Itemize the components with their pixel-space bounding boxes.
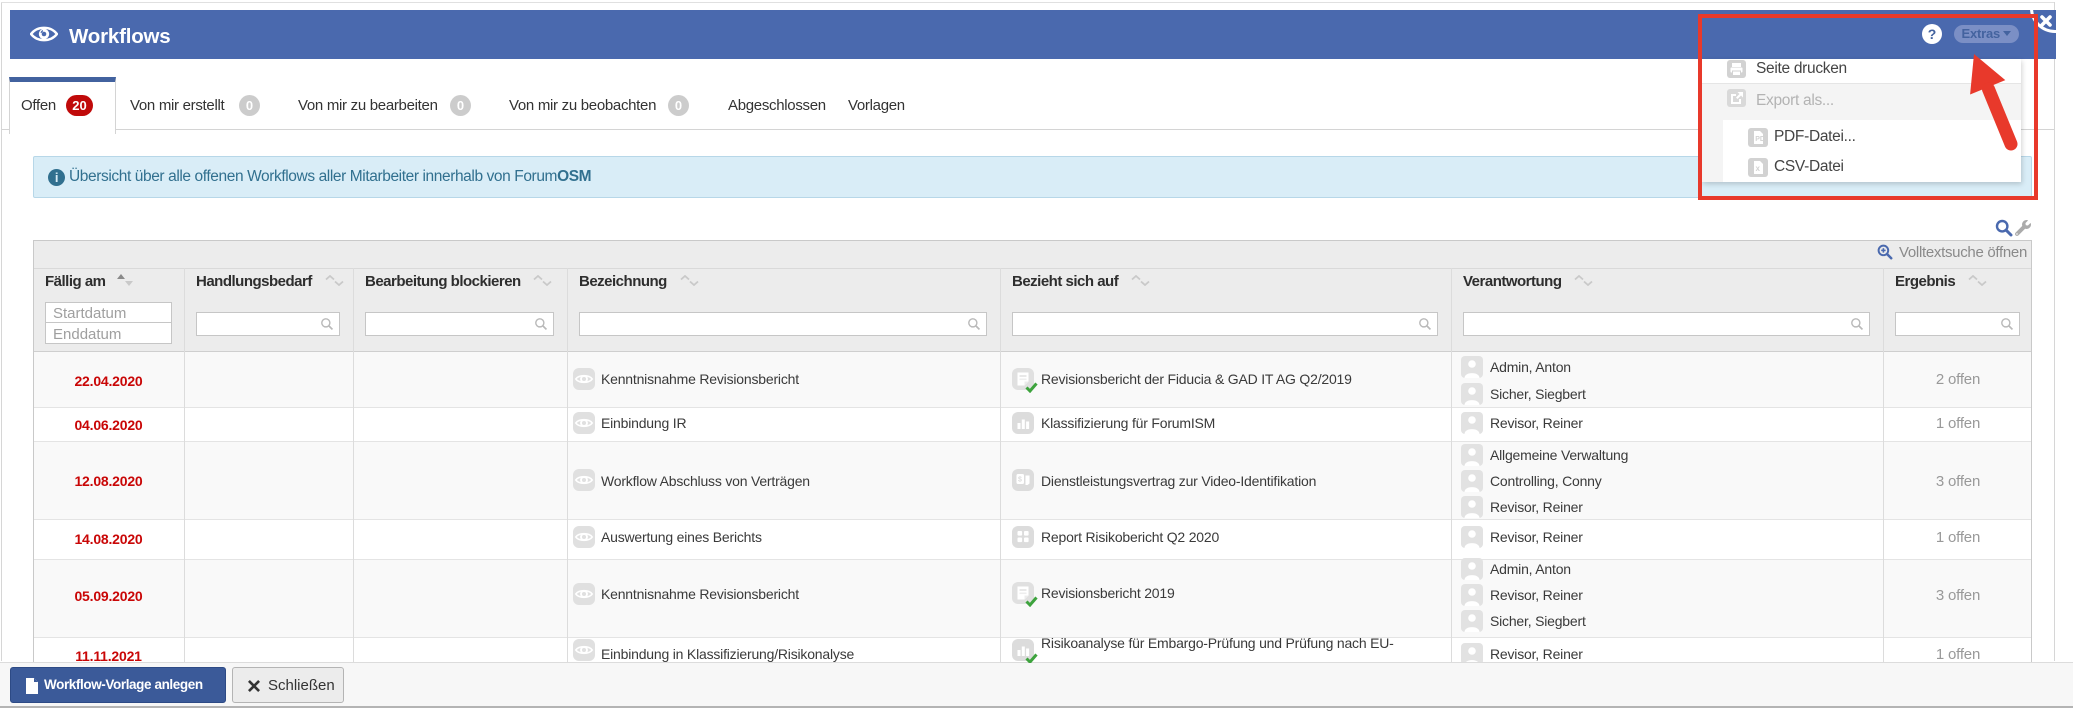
svg-text:$: $	[1018, 477, 1022, 484]
